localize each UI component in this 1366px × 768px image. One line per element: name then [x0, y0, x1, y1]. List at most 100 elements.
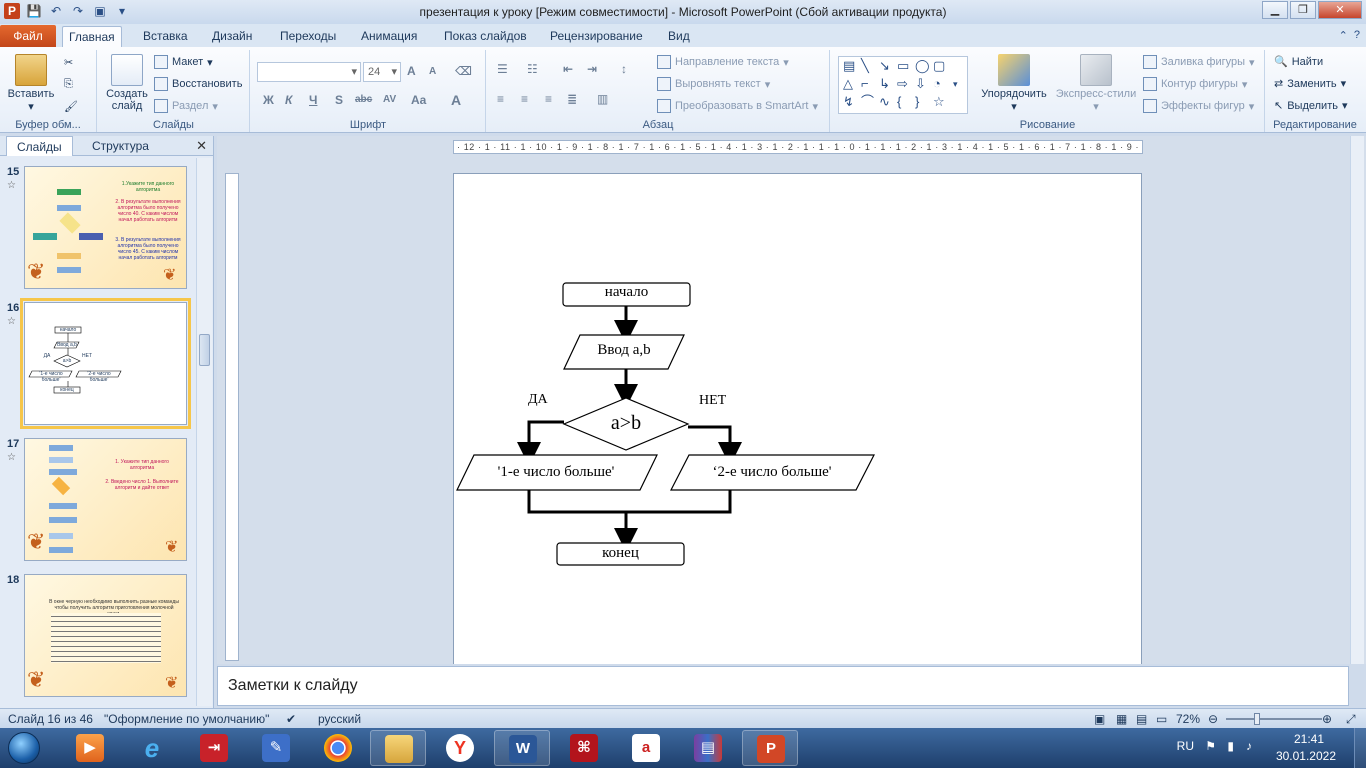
shadow-button[interactable]: S [335, 93, 343, 107]
minimize-ribbon-icon[interactable]: ⌃ [1339, 29, 1348, 42]
rounded-rect-shape-icon[interactable]: ▢ [933, 59, 945, 73]
left-brace-icon[interactable]: { [897, 95, 901, 109]
arrow-shape-icon[interactable]: ↘ [879, 59, 890, 73]
font-name-combo[interactable]: ▾ [257, 62, 361, 82]
bold-button[interactable]: Ж [263, 93, 274, 107]
zoom-in-icon[interactable]: ⊕ [1322, 712, 1332, 726]
notes-pane[interactable]: Заметки к слайду [217, 666, 1349, 706]
shape-fill-button[interactable]: Заливка фигуры ▾ [1143, 55, 1255, 69]
shape-effects-button[interactable]: Эффекты фигур ▾ [1143, 99, 1254, 113]
taskbar-explorer[interactable] [370, 730, 426, 766]
textbox-shape-icon[interactable]: ▤ [843, 59, 855, 73]
zoom-slider-thumb[interactable] [1254, 713, 1260, 725]
font-size-combo[interactable]: 24 ▾ [363, 62, 401, 82]
cut-icon[interactable]: ✂ [64, 56, 73, 69]
taskbar-notes[interactable]: ✎ [248, 730, 304, 766]
tab-transitions[interactable]: Переходы [274, 26, 342, 47]
restore-button[interactable]: ❐ [1290, 1, 1316, 19]
clear-format-icon[interactable]: ⌫ [455, 64, 472, 78]
elbow-arrow-icon[interactable]: ↳ [879, 77, 890, 91]
taskbar-yandex[interactable]: Y [432, 730, 488, 766]
slide-canvas[interactable]: начало Ввод a,b a>b ДА НЕТ '1-е число бо… [453, 173, 1142, 664]
tab-insert[interactable]: Вставка [137, 26, 194, 47]
grow-font-icon[interactable]: A [407, 64, 416, 78]
section-button[interactable]: Раздел ▾ [154, 99, 218, 113]
close-button[interactable]: ✕ [1318, 1, 1362, 19]
slideshow-view-icon[interactable]: ▭ [1156, 712, 1167, 726]
slide-sorter-icon[interactable]: ▦ [1116, 712, 1127, 726]
right-arrow-shape-icon[interactable]: ⇨ [897, 77, 908, 91]
bullets-icon[interactable]: ☰ [497, 62, 508, 76]
elbow-connector-icon[interactable]: ⌐ [861, 77, 869, 91]
text-direction-button[interactable]: Направление текста ▾ [657, 55, 789, 69]
tab-design[interactable]: Дизайн [206, 26, 258, 47]
font-color-button[interactable]: A [451, 92, 461, 108]
quick-styles-button[interactable]: Экспресс-стили ▾ [1053, 54, 1139, 113]
underline-button[interactable]: Ч [309, 93, 317, 107]
scrollbar-thumb[interactable] [199, 334, 210, 366]
taskbar-media-player[interactable]: ▶ [62, 730, 118, 766]
clock-date[interactable]: 30.01.2022 [1276, 749, 1336, 763]
network-icon[interactable]: ▮ [1227, 739, 1234, 753]
change-case-button[interactable]: Aa [411, 93, 426, 107]
language-indicator[interactable]: русский [318, 712, 361, 726]
copy-icon[interactable]: ⎘ [64, 78, 73, 91]
spellcheck-icon[interactable]: ✔ [286, 712, 296, 726]
tab-outline-pane[interactable]: Структура [82, 136, 159, 156]
strike-button[interactable]: abc [355, 94, 372, 105]
taskbar-word[interactable]: W [494, 730, 550, 766]
start-button[interactable] [4, 730, 44, 766]
tab-view[interactable]: Вид [662, 26, 696, 47]
callout-shape-icon[interactable]: ◔ [933, 77, 941, 91]
find-button[interactable]: 🔍 Найти [1274, 55, 1323, 69]
zoom-level[interactable]: 72% [1176, 712, 1200, 726]
triangle-shape-icon[interactable]: △ [843, 77, 853, 91]
star-shape-icon[interactable]: ☆ [933, 95, 945, 109]
tab-home[interactable]: Главная [62, 26, 122, 47]
line-spacing-icon[interactable]: ↕ [621, 62, 627, 76]
curve-arrow-icon[interactable]: ↯ [843, 95, 854, 109]
arc-shape-icon[interactable]: ⌒ [861, 95, 874, 109]
align-left-icon[interactable]: ≡ [497, 92, 504, 106]
rectangle-shape-icon[interactable]: ▭ [897, 59, 909, 73]
numbering-icon[interactable]: ☷ [527, 62, 538, 76]
shape-outline-button[interactable]: Контур фигуры ▾ [1143, 77, 1247, 91]
paste-button[interactable]: Вставить ▾ [6, 54, 56, 113]
oval-shape-icon[interactable]: ◯ [915, 59, 930, 73]
taskbar-text-editor[interactable]: a [618, 730, 674, 766]
tab-slides-pane[interactable]: Слайды [6, 136, 73, 156]
align-center-icon[interactable]: ≡ [521, 92, 528, 106]
format-painter-icon[interactable]: 🖌 [64, 100, 78, 113]
align-right-icon[interactable]: ≡ [545, 92, 552, 106]
zoom-slider[interactable] [1226, 718, 1322, 720]
taskbar-archiver[interactable]: ▤ [680, 730, 736, 766]
new-slide-button[interactable]: Создать слайд [102, 54, 152, 112]
reading-view-icon[interactable]: ▤ [1136, 712, 1147, 726]
right-brace-icon[interactable]: } [915, 95, 919, 109]
help-icon[interactable]: ? [1354, 29, 1360, 42]
italic-button[interactable]: К [285, 93, 292, 107]
smartart-button[interactable]: Преобразовать в SmartArt ▾ [657, 99, 818, 113]
tab-review[interactable]: Рецензирование [544, 26, 649, 47]
close-pane-icon[interactable]: ✕ [196, 138, 207, 154]
align-text-button[interactable]: Выровнять текст ▾ [657, 77, 770, 91]
spacing-button[interactable]: AV [383, 94, 396, 105]
tab-animations[interactable]: Анимация [355, 26, 423, 47]
decrease-indent-icon[interactable]: ⇤ [563, 62, 573, 76]
increase-indent-icon[interactable]: ⇥ [587, 62, 597, 76]
taskbar-app-red[interactable]: ⇥ [186, 730, 242, 766]
zoom-out-icon[interactable]: ⊖ [1208, 712, 1218, 726]
slides-pane-scrollbar[interactable] [196, 158, 212, 706]
line-shape-icon[interactable]: ╲ [861, 59, 869, 73]
reset-button[interactable]: Восстановить [154, 77, 242, 91]
fit-to-window-icon[interactable]: ⤢ [1346, 712, 1356, 727]
clock-time[interactable]: 21:41 [1294, 732, 1324, 746]
taskbar-powerpoint[interactable]: P [742, 730, 798, 766]
normal-view-icon[interactable]: ▣ [1094, 712, 1105, 726]
taskbar-chrome[interactable] [310, 730, 366, 766]
show-desktop-button[interactable] [1354, 728, 1366, 768]
tab-file[interactable]: Файл [0, 25, 56, 47]
gallery-more-icon[interactable]: ▾ [953, 77, 958, 91]
tab-slideshow[interactable]: Показ слайдов [438, 26, 533, 47]
replace-button[interactable]: ⇄ Заменить ▾ [1274, 77, 1346, 91]
